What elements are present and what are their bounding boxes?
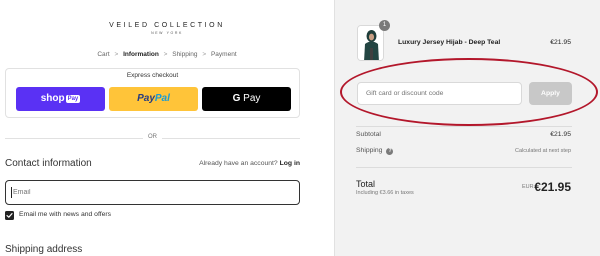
currency-code: EUR [522, 184, 534, 190]
chevron-right-icon: > [163, 51, 168, 58]
help-icon[interactable]: ? [386, 148, 394, 155]
google-g-icon: G [232, 93, 241, 104]
logo-name: VEILED COLLECTION [109, 22, 225, 29]
google-pay-wordmark: Pay [243, 93, 261, 104]
shop-pay-button[interactable]: shop Pay [16, 87, 105, 111]
shop-pay-wordmark: shop [40, 93, 65, 104]
shipping-section-title: Shipping address [5, 244, 83, 255]
account-prompt: Already have an account? Log in [199, 160, 300, 167]
breadcrumb: Cart > Information > Shipping > Payment [0, 51, 334, 58]
breadcrumb-shipping: Shipping [172, 51, 198, 58]
breadcrumb-information: Information [123, 51, 159, 58]
email-field[interactable] [5, 180, 300, 205]
breadcrumb-payment: Payment [210, 51, 237, 58]
product-price: €21.95 [550, 39, 571, 46]
login-link[interactable]: Log in [280, 160, 300, 167]
product-name: Luxury Jersey Hijab - Deep Teal [398, 39, 501, 46]
checkmark-icon [6, 213, 13, 218]
paypal-wordmark-pay: Pay [137, 93, 155, 104]
shop-pay-badge: Pay [65, 95, 81, 103]
annotation-ellipse [340, 58, 598, 126]
logo-tagline: NEW YORK [151, 31, 183, 35]
newsletter-label[interactable]: Email me with news and offers [19, 211, 111, 218]
contact-section-title: Contact information [5, 158, 92, 169]
total-label: Total [356, 179, 376, 189]
summary-divider [356, 126, 572, 127]
express-checkout-box: Express checkout shop Pay PayPal G Pay [5, 68, 300, 118]
google-pay-button[interactable]: G Pay [202, 87, 291, 111]
breadcrumb-cart[interactable]: Cart [97, 51, 109, 58]
store-logo[interactable]: VEILED COLLECTION NEW YORK [0, 22, 334, 35]
shipping-label-text: Shipping [356, 147, 383, 154]
account-prompt-text: Already have an account? [199, 160, 278, 167]
shipping-value: Calculated at next step [515, 148, 571, 154]
newsletter-checkbox[interactable] [5, 211, 14, 220]
quantity-badge: 1 [379, 20, 390, 31]
summary-divider [356, 167, 572, 168]
tax-note: Including €3.66 in taxes [356, 190, 414, 196]
chevron-right-icon: > [202, 51, 207, 58]
or-divider: OR [0, 134, 305, 140]
product-thumbnail [357, 25, 384, 61]
product-image [358, 26, 383, 60]
paypal-wordmark-pal: Pal [154, 93, 170, 104]
chevron-right-icon: > [114, 51, 119, 58]
paypal-button[interactable]: PayPal [109, 87, 198, 111]
total-value: €21.95 [534, 180, 571, 194]
subtotal-label: Subtotal [356, 131, 381, 138]
express-checkout-title: Express checkout [126, 72, 179, 79]
shipping-label: Shipping? [356, 147, 394, 155]
checkout-main: VEILED COLLECTION NEW YORK Cart > Inform… [0, 0, 334, 256]
subtotal-value: €21.95 [550, 131, 571, 138]
text-cursor [11, 187, 12, 198]
or-divider-text: OR [143, 134, 162, 140]
